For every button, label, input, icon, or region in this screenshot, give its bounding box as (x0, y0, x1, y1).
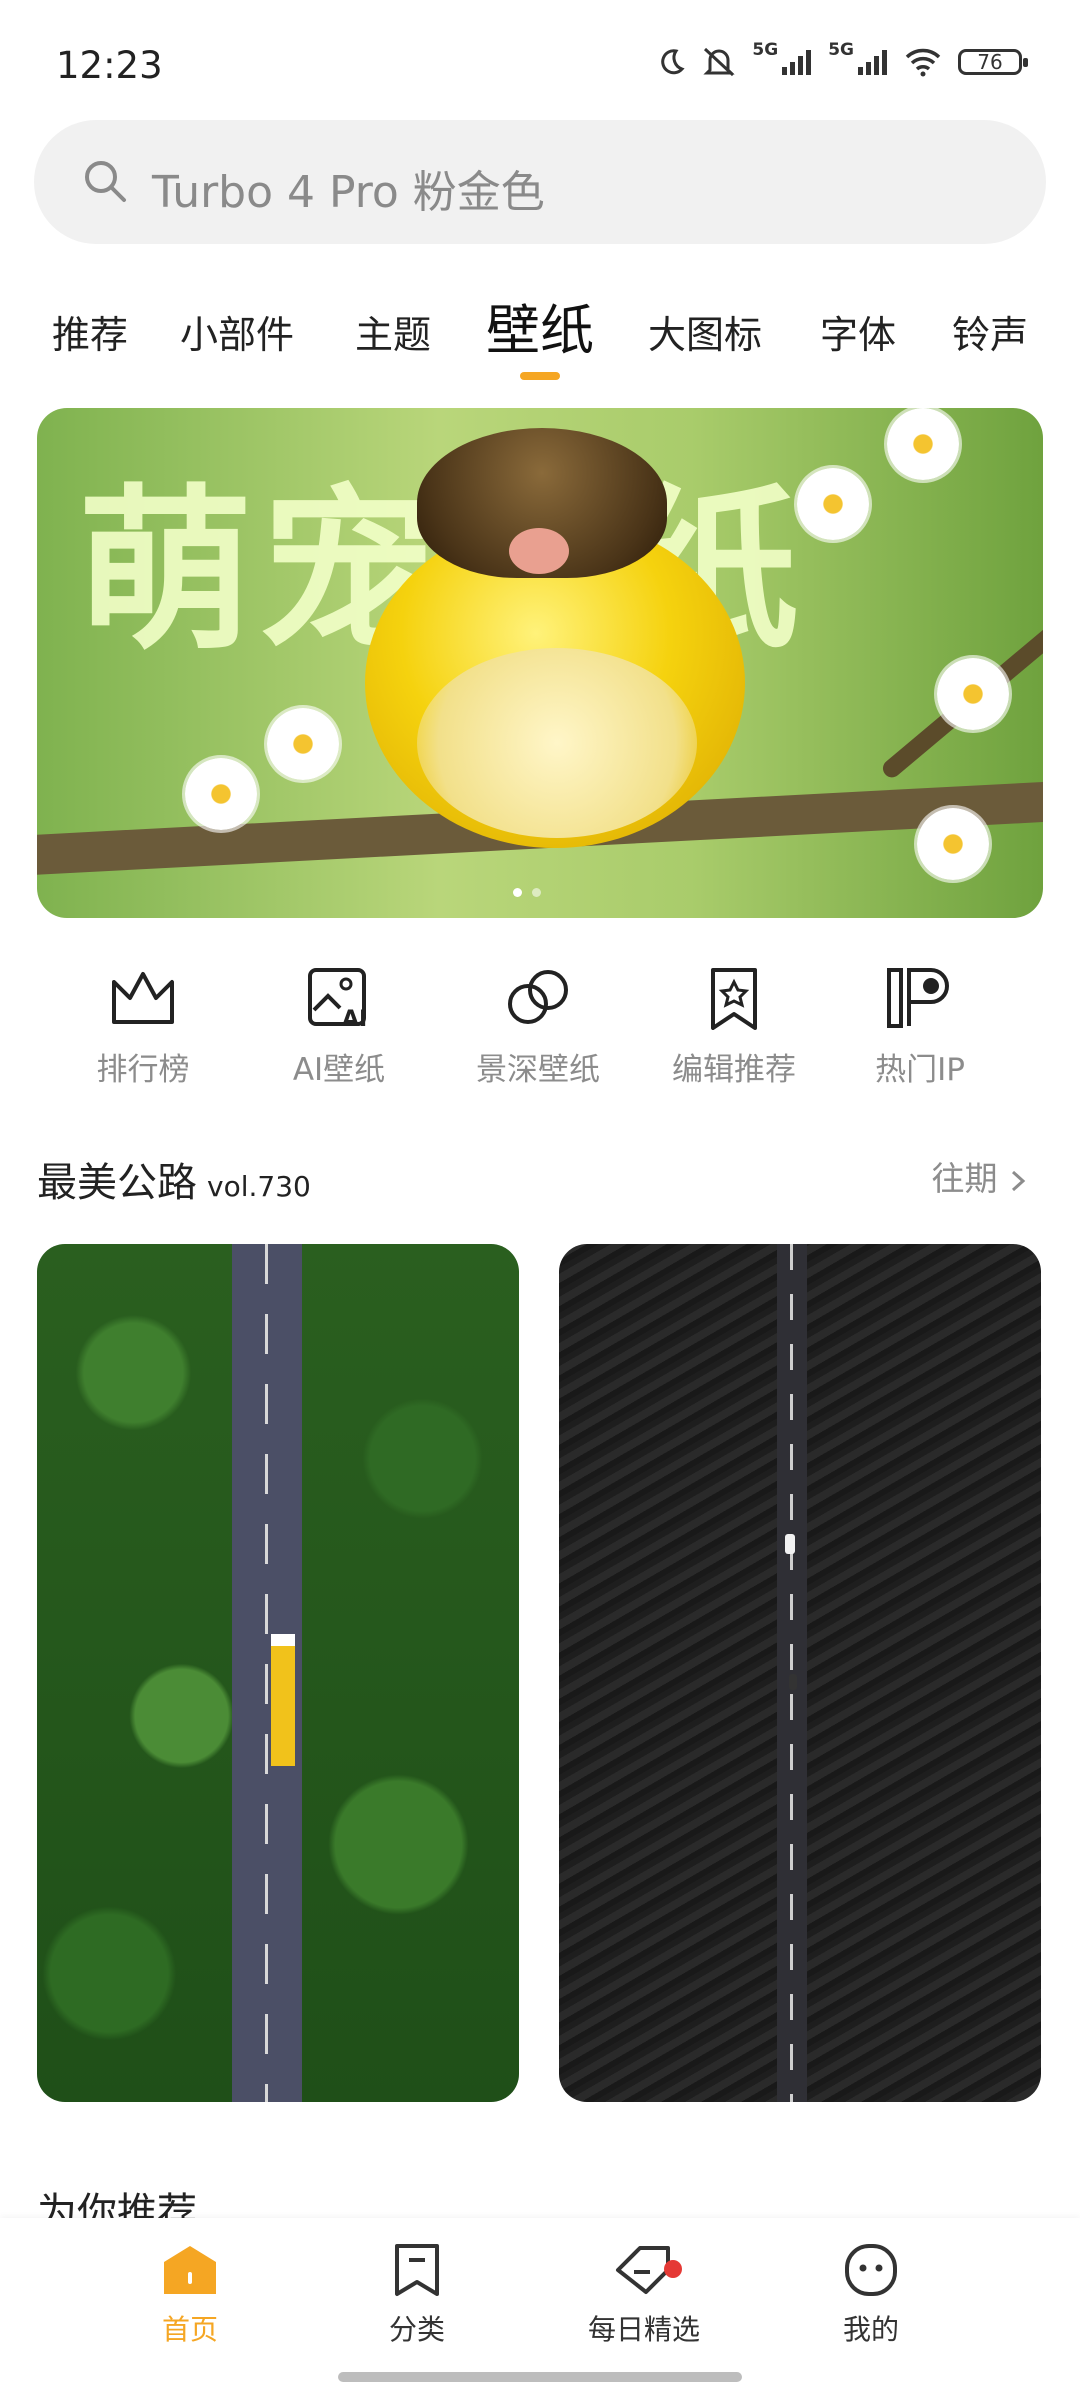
search-icon (85, 161, 126, 202)
car (785, 1534, 795, 1554)
tab-big-icons[interactable]: 大图标 (648, 304, 762, 359)
past-issues-label: 往期 (931, 1159, 998, 1198)
flower-image (185, 758, 257, 830)
flower-image (797, 468, 869, 540)
nav-profile[interactable]: 我的 (771, 2242, 971, 2348)
nav-categories[interactable]: 分类 (317, 2242, 517, 2348)
category-hot-ip[interactable]: 热门IP (830, 966, 1010, 1089)
tab-wallpaper[interactable]: 壁纸 (486, 286, 594, 365)
flower-image (267, 708, 339, 780)
bookmark-icon (395, 2244, 439, 2296)
battery-indicator: 76 (958, 49, 1028, 75)
flower-image (917, 808, 989, 880)
status-time: 12:23 (56, 44, 163, 87)
category-label: 热门IP (875, 1052, 965, 1088)
wifi-icon (905, 48, 941, 77)
signal-label-2: 5G (828, 40, 854, 60)
notification-badge (664, 2260, 682, 2278)
wallpaper-thumbnail-forest-road[interactable] (37, 1244, 519, 2102)
category-label: 景深壁纸 (476, 1052, 600, 1088)
signal-label-1: 5G (752, 40, 779, 60)
ai-image-icon: AI (308, 968, 367, 1030)
nav-label: 分类 (388, 2313, 445, 2346)
tab-fonts[interactable]: 字体 (820, 304, 896, 359)
ip-icon (887, 968, 949, 1028)
category-label: 编辑推荐 (672, 1052, 796, 1088)
past-issues-link[interactable]: 往期 (932, 1152, 1029, 1200)
overlap-circles-icon (508, 970, 568, 1024)
section-title-text: 最美公路 (37, 1160, 197, 1206)
flower-image (887, 408, 959, 480)
nav-daily-picks[interactable]: 每日精选 (544, 2242, 744, 2348)
pagination-dot (532, 888, 541, 897)
moon-icon (661, 49, 685, 75)
tab-indicator (520, 372, 560, 380)
category-ai-wallpaper[interactable]: AI AI壁纸 (249, 966, 429, 1089)
car (789, 1674, 797, 1690)
signal-icon (782, 50, 812, 75)
wallpaper-thumbnail-dark-road[interactable] (559, 1244, 1041, 2102)
signal-icon-2 (858, 50, 887, 75)
category-label: AI壁纸 (292, 1052, 386, 1088)
nav-label: 首页 (161, 2313, 218, 2346)
crown-icon (112, 972, 174, 1024)
tab-recommend[interactable]: 推荐 (52, 304, 128, 359)
tab-ringtones[interactable]: 铃声 (952, 304, 1028, 359)
home-icon (164, 2246, 216, 2294)
home-indicator[interactable] (338, 2372, 742, 2382)
category-label: 排行榜 (96, 1052, 190, 1088)
svg-text:AI: AI (342, 1007, 367, 1030)
tab-widgets[interactable]: 小部件 (180, 304, 294, 359)
nav-home[interactable]: 首页 (90, 2242, 290, 2348)
pagination-dot-active (513, 888, 522, 897)
nav-label: 我的 (842, 2313, 899, 2346)
tab-themes[interactable]: 主题 (355, 304, 431, 359)
bookmark-star-icon (711, 968, 757, 1030)
flower-image (937, 658, 1009, 730)
status-icons: 5G 5G 76 (656, 40, 1028, 78)
category-editor-picks[interactable]: 编辑推荐 (644, 966, 824, 1089)
nav-label: 每日精选 (587, 2313, 700, 2346)
search-bar[interactable]: Turbo 4 Pro 粉金色 (34, 120, 1046, 244)
category-tabs: 推荐 小部件 主题 壁纸 大图标 字体 铃声 (0, 290, 1080, 380)
face-icon (845, 2244, 897, 2296)
chevron-right-icon (1011, 1170, 1026, 1191)
truck (271, 1634, 295, 1766)
section-title: 最美公路 vol.730 (37, 1150, 311, 1208)
bird-beak (509, 528, 569, 574)
mute-bell-icon (703, 47, 736, 77)
bird-belly (417, 648, 697, 838)
search-input[interactable]: Turbo 4 Pro 粉金色 (152, 156, 545, 220)
category-ranking[interactable]: 排行榜 (53, 966, 233, 1089)
category-depth-wallpaper[interactable]: 景深壁纸 (448, 966, 628, 1089)
promo-banner[interactable]: 萌宠壁纸 (37, 408, 1043, 918)
banner-pagination (513, 888, 541, 897)
section-volume: vol.730 (207, 1170, 311, 1203)
road (777, 1244, 807, 2102)
